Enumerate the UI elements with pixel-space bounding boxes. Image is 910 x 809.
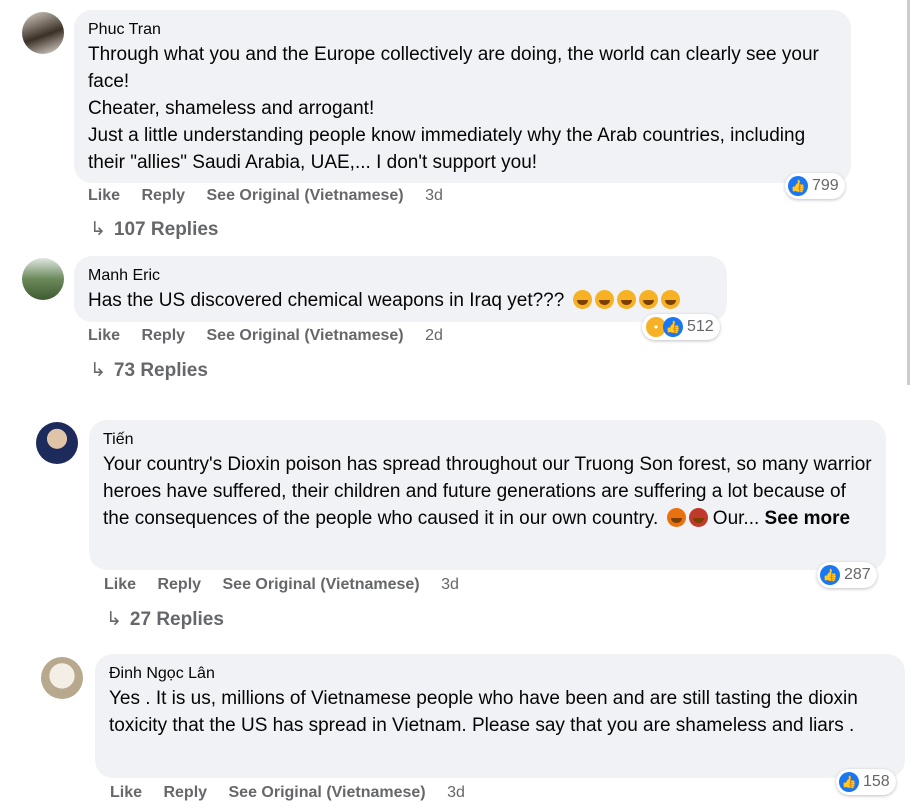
like-button[interactable]: Like <box>110 784 142 802</box>
replies-count: 73 Replies <box>113 360 208 381</box>
reaction-count: 799 <box>812 177 839 194</box>
view-replies-button[interactable]: ↳ 107 Replies <box>90 218 219 241</box>
reply-arrow-icon: ↳ <box>90 360 106 381</box>
see-original-button[interactable]: See Original (Vietnamese) <box>207 327 404 345</box>
timestamp[interactable]: 3d <box>447 784 465 802</box>
comment-bubble: Đinh Ngọc Lân Yes . It is us, millions o… <box>95 654 905 778</box>
comment-text: Through what you and the Europe collecti… <box>88 44 819 92</box>
reaction-count: 158 <box>863 773 890 790</box>
like-icon: 👍 <box>820 565 840 585</box>
reaction-summary[interactable]: 👍 287 <box>817 562 877 588</box>
avatar[interactable] <box>36 422 78 464</box>
timestamp[interactable]: 3d <box>425 187 443 205</box>
comment-text: Your country's Dioxin poison has spread … <box>103 451 872 532</box>
view-replies-button[interactable]: ↳ 73 Replies <box>90 359 208 382</box>
like-icon: 👍 <box>788 176 808 196</box>
reaction-summary[interactable]: • 👍 512 <box>642 314 720 340</box>
reaction-summary[interactable]: 👍 158 <box>836 769 896 795</box>
comment-text: Has the US discovered chemical weapons i… <box>88 287 713 314</box>
comment-text: Yes . It is us, millions of Vietnamese p… <box>109 688 858 736</box>
reply-button[interactable]: Reply <box>163 784 207 802</box>
laughing-emoji <box>638 290 658 309</box>
like-icon: 👍 <box>663 317 683 337</box>
cursing-face-emoji <box>688 508 708 527</box>
comment-bubble: Manh Eric Has the US discovered chemical… <box>74 256 727 322</box>
comment-actions: Like Reply See Original (Vietnamese) 2d <box>88 327 460 345</box>
comment-bubble: Tiến Your country's Dioxin poison has sp… <box>89 420 886 570</box>
reply-arrow-icon: ↳ <box>106 609 122 630</box>
laughing-emoji <box>572 290 592 309</box>
reply-button[interactable]: Reply <box>141 327 185 345</box>
reply-button[interactable]: Reply <box>141 187 185 205</box>
comment-actions: Like Reply See Original (Vietnamese) 3d <box>88 187 460 205</box>
replies-count: 107 Replies <box>113 219 219 240</box>
reply-button[interactable]: Reply <box>157 576 201 594</box>
see-original-button[interactable]: See Original (Vietnamese) <box>229 784 426 802</box>
laughing-emoji <box>616 290 636 309</box>
like-button[interactable]: Like <box>88 327 120 345</box>
timestamp[interactable]: 2d <box>425 327 443 345</box>
like-icon: 👍 <box>839 772 859 792</box>
comment-text: Just a little understanding people know … <box>88 125 806 173</box>
reaction-count: 287 <box>844 566 871 583</box>
truncated-text: Our... <box>712 508 760 529</box>
view-replies-button[interactable]: ↳ 27 Replies <box>106 608 224 631</box>
laughing-emoji <box>660 290 680 309</box>
avatar[interactable] <box>22 12 64 54</box>
see-original-button[interactable]: See Original (Vietnamese) <box>223 576 420 594</box>
comment-text-content: Has the US discovered chemical weapons i… <box>88 290 565 311</box>
comment-actions: Like Reply See Original (Vietnamese) 3d <box>104 576 476 594</box>
see-original-button[interactable]: See Original (Vietnamese) <box>207 187 404 205</box>
reaction-count: 512 <box>687 318 714 335</box>
timestamp[interactable]: 3d <box>441 576 459 594</box>
replies-count: 27 Replies <box>129 609 224 630</box>
comment-bubble: Phuc Tran Through what you and the Europ… <box>74 10 851 183</box>
angry-face-emoji <box>666 508 686 527</box>
comment-author[interactable]: Manh Eric <box>88 265 713 287</box>
avatar[interactable] <box>22 258 64 300</box>
see-more-button[interactable]: See more <box>765 508 851 529</box>
comment-text: Cheater, shameless and arrogant! <box>88 98 375 119</box>
comment-author[interactable]: Đinh Ngọc Lân <box>109 663 891 685</box>
laughing-emoji <box>594 290 614 309</box>
comment-actions: Like Reply See Original (Vietnamese) 3d <box>110 784 482 802</box>
comment-author[interactable]: Phuc Tran <box>88 19 837 41</box>
avatar[interactable] <box>41 657 83 699</box>
comment-author[interactable]: Tiến <box>103 429 872 451</box>
like-button[interactable]: Like <box>88 187 120 205</box>
reply-arrow-icon: ↳ <box>90 219 106 240</box>
like-button[interactable]: Like <box>104 576 136 594</box>
reaction-summary[interactable]: 👍 799 <box>785 173 845 199</box>
